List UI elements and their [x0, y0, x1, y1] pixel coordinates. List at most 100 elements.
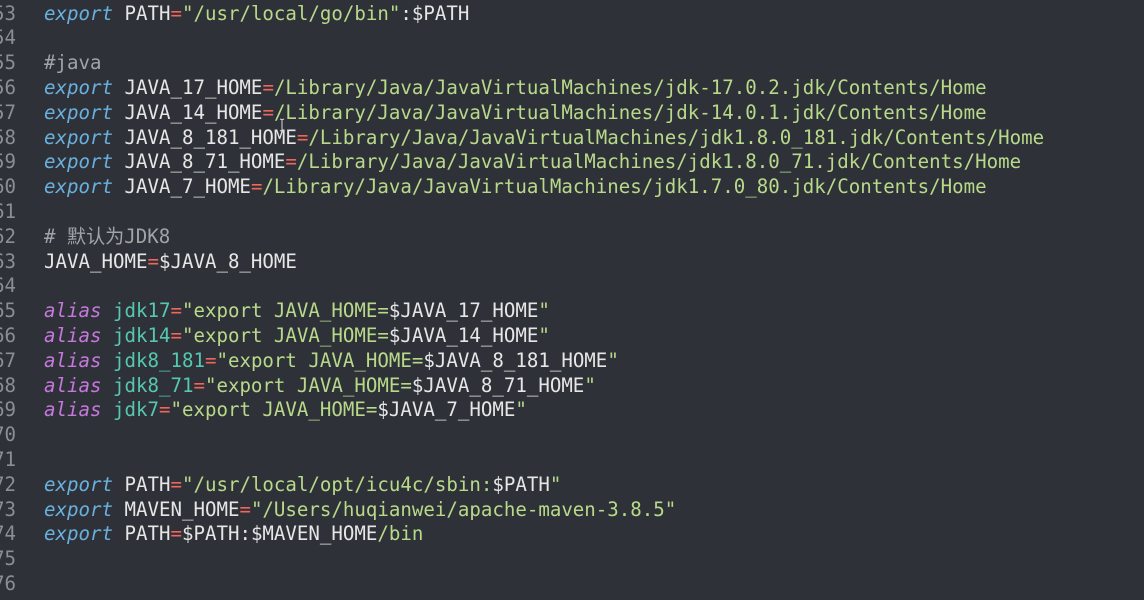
code-token: "export JAVA_HOME=: [181, 299, 389, 323]
code-line[interactable]: 71: [0, 447, 44, 472]
code-line[interactable]: 57 export JAVA_14_HOME=/Library/Java/Java…: [0, 100, 987, 125]
line-content: alias jdk8_71="export JAVA_HOME=$JAVA_8_…: [44, 374, 596, 397]
code-token: ": [538, 299, 550, 323]
code-token: export: [44, 522, 113, 546]
code-line[interactable]: 59 export JAVA_8_71_HOME=/Library/Java/Ja…: [0, 149, 1021, 174]
line-content: export MAVEN_HOME="/Users/huqianwei/apac…: [44, 498, 676, 521]
code-line[interactable]: 60 export JAVA_7_HOME=/Library/Java/JavaV…: [0, 174, 987, 199]
code-line[interactable]: 66 alias jdk14="export JAVA_HOME=$JAVA_14…: [0, 323, 550, 348]
line-number: 74: [0, 522, 16, 546]
line-number: 63: [0, 249, 16, 273]
line-number: 75: [0, 547, 16, 571]
code-token: =: [296, 125, 309, 149]
code-line[interactable]: 74 export PATH=$PATH:$MAVEN_HOME/bin: [0, 521, 423, 546]
line-number: 66: [0, 323, 16, 347]
code-token: alias: [44, 348, 102, 372]
line-content: export PATH=$PATH:$MAVEN_HOME/bin: [44, 522, 423, 545]
code-token: =: [170, 522, 182, 546]
code-line[interactable]: 76: [0, 571, 44, 596]
code-line[interactable]: 73 export MAVEN_HOME="/Users/huqianwei/ap…: [0, 497, 676, 522]
line-number: 68: [0, 373, 16, 397]
code-token: PATH: [112, 1, 171, 25]
code-line[interactable]: 68 alias jdk8_71="export JAVA_HOME=$JAVA_…: [0, 373, 596, 398]
code-token: ": [584, 373, 596, 397]
code-token: alias: [44, 373, 102, 397]
code-editor[interactable]: 53export PATH="/usr/local/go/bin":$PATH5…: [0, 0, 1144, 600]
code-token: ": [607, 348, 619, 372]
code-token: MAVEN_HOME: [112, 497, 240, 521]
code-line[interactable]: 67 alias jdk8_181="export JAVA_HOME=$JAVA…: [0, 348, 619, 373]
line-number: 73: [0, 497, 16, 521]
line-content: export JAVA_8_71_HOME=/Library/Java/Java…: [44, 150, 1021, 173]
code-token: =: [158, 398, 171, 422]
code-token: jdk8_181: [112, 348, 205, 372]
code-token: $JAVA_8_HOME: [158, 249, 297, 273]
code-token: jdk7: [112, 398, 159, 422]
code-token: =: [147, 249, 159, 273]
line-number: 67: [0, 348, 16, 372]
code-token: export: [44, 125, 113, 149]
line-content: export PATH="/usr/local/go/bin":$PATH: [44, 2, 469, 25]
code-line[interactable]: 72 export PATH="/usr/local/opt/icu4c/sbin…: [0, 472, 561, 497]
line-content: export JAVA_8_181_HOME=/Library/Java/Jav…: [44, 126, 1044, 149]
code-token: $PATH:$MAVEN_HOME: [181, 522, 378, 546]
code-line[interactable]: 56 export JAVA_17_HOME=/Library/Java/Java…: [0, 75, 987, 100]
code-token: JAVA_HOME: [44, 249, 148, 273]
line-content: alias jdk17="export JAVA_HOME=$JAVA_17_H…: [44, 299, 550, 322]
code-token: $JAVA_17_HOME: [388, 299, 539, 323]
code-token: $JAVA_8_181_HOME: [423, 348, 608, 372]
code-line[interactable]: 69 alias jdk7="export JAVA_HOME=$JAVA_7_H…: [0, 397, 527, 422]
code-token: PATH: [112, 522, 171, 546]
code-token: "/usr/local/go/bin": [181, 1, 401, 25]
line-content: #java: [44, 51, 101, 74]
code-line[interactable]: 55 #java: [0, 50, 101, 75]
code-token: JAVA_14_HOME: [112, 100, 263, 124]
code-token: /Library/Java/JavaVirtualMachines/jdk1.8…: [308, 125, 1045, 149]
code-token: ": [515, 398, 527, 422]
line-number: 62: [0, 224, 16, 248]
code-token: /Library/Java/JavaVirtualMachines/jdk1.8…: [296, 150, 1022, 174]
line-number: 71: [0, 447, 16, 471]
line-content: # 默认为JDK8: [44, 225, 170, 248]
code-token: ": [549, 472, 562, 496]
code-token: /Library/Java/JavaVirtualMachines/jdk-17…: [273, 75, 987, 99]
code-line[interactable]: 62 # 默认为JDK8: [0, 224, 170, 249]
line-content: export JAVA_7_HOME=/Library/Java/JavaVir…: [44, 175, 987, 198]
line-number: 64: [0, 274, 16, 298]
code-token: $JAVA_7_HOME: [377, 398, 516, 422]
code-token: =: [193, 373, 205, 397]
code-line[interactable]: 54: [0, 25, 44, 50]
code-token: JAVA_17_HOME: [112, 75, 263, 99]
code-token: export: [44, 497, 113, 521]
code-line[interactable]: 65 alias jdk17="export JAVA_HOME=$JAVA_17…: [0, 298, 550, 323]
code-line[interactable]: 53 export PATH="/usr/local/go/bin":$PATH: [0, 1, 469, 26]
code-token: "export JAVA_HOME=: [216, 348, 424, 372]
code-token: =: [250, 175, 263, 199]
code-token: alias: [44, 323, 102, 347]
code-line[interactable]: 70: [0, 422, 44, 447]
code-token: alias: [44, 398, 102, 422]
code-token: /Library/Java/JavaVirtualMachines/jdk-14…: [273, 100, 987, 124]
code-line[interactable]: 75: [0, 546, 44, 571]
code-token: jdk17: [112, 299, 171, 323]
line-content: alias jdk14="export JAVA_HOME=$JAVA_14_H…: [44, 324, 550, 347]
text-cursor-icon: [279, 118, 285, 132]
code-line[interactable]: 58 export JAVA_8_181_HOME=/Library/Java/J…: [0, 125, 1044, 150]
code-line[interactable]: 64: [0, 273, 44, 298]
line-number: 76: [0, 571, 16, 595]
line-number: 61: [0, 199, 16, 223]
line-content: JAVA_HOME=$JAVA_8_HOME: [44, 250, 297, 273]
code-line[interactable]: 61: [0, 199, 44, 224]
code-token: export: [44, 472, 113, 496]
code-token: =: [170, 323, 182, 347]
code-token: $JAVA_14_HOME: [388, 323, 539, 347]
code-line[interactable]: 63 JAVA_HOME=$JAVA_8_HOME: [0, 249, 297, 274]
line-number: 59: [0, 150, 16, 174]
code-token: "/usr/local/opt/icu4c/sbin:: [181, 472, 493, 496]
line-number: 69: [0, 398, 16, 422]
code-token: export: [44, 175, 113, 199]
code-token: "export JAVA_HOME=: [204, 373, 412, 397]
